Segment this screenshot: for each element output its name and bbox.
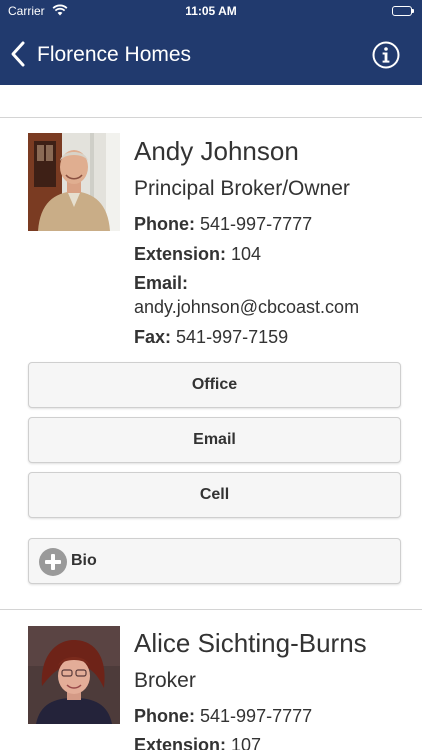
fax-value: 541-997-7159 [176,327,289,347]
agent-photo [28,626,120,724]
fax-label: Fax: [134,327,172,347]
agent-fax: Fax: 541-997-7159 [134,327,288,348]
extension-label: Extension: [134,735,227,750]
agent-photo [28,133,120,231]
extension-value: 107 [231,735,262,750]
agent-extension: Extension: 104 [134,244,261,265]
back-chevron-icon[interactable] [8,40,32,68]
extension-value: 104 [231,244,262,264]
office-button[interactable]: Office [28,362,401,408]
nav-bar: Florence Homes [0,22,422,85]
page-title: Florence Homes [37,43,192,66]
agent-role: Principal Broker/Owner [134,177,350,200]
email-label: Email: [134,273,189,293]
agent-name: Andy Johnson [134,136,299,166]
phone-value: 541-997-7777 [200,706,313,726]
info-icon[interactable] [372,41,400,69]
status-time: 11:05 AM [185,4,237,18]
bio-button[interactable]: Bio [28,538,401,584]
phone-label: Phone: [134,214,195,234]
phone-label: Phone: [134,706,195,726]
agent-name: Alice Sichting-Burns [134,628,367,658]
bio-label: Bio [71,552,97,569]
agent-email[interactable]: andy.johnson@cbcoast.com [134,297,359,318]
phone-value: 541-997-7777 [200,214,313,234]
status-bar: Carrier 11:05 AM [0,0,422,22]
agent-divider [0,609,422,610]
extension-label: Extension: [134,244,227,264]
cell-button[interactable]: Cell [28,472,401,518]
email-button[interactable]: Email [28,417,401,463]
agent-extension: Extension: 107 [134,735,261,750]
plus-circle-icon [39,548,67,576]
battery-icon [392,6,414,16]
section-divider [0,117,422,118]
agent-phone[interactable]: Phone: 541-997-7777 [134,706,312,727]
agent-role: Broker [134,669,196,692]
agent-phone[interactable]: Phone: 541-997-7777 [134,214,312,235]
